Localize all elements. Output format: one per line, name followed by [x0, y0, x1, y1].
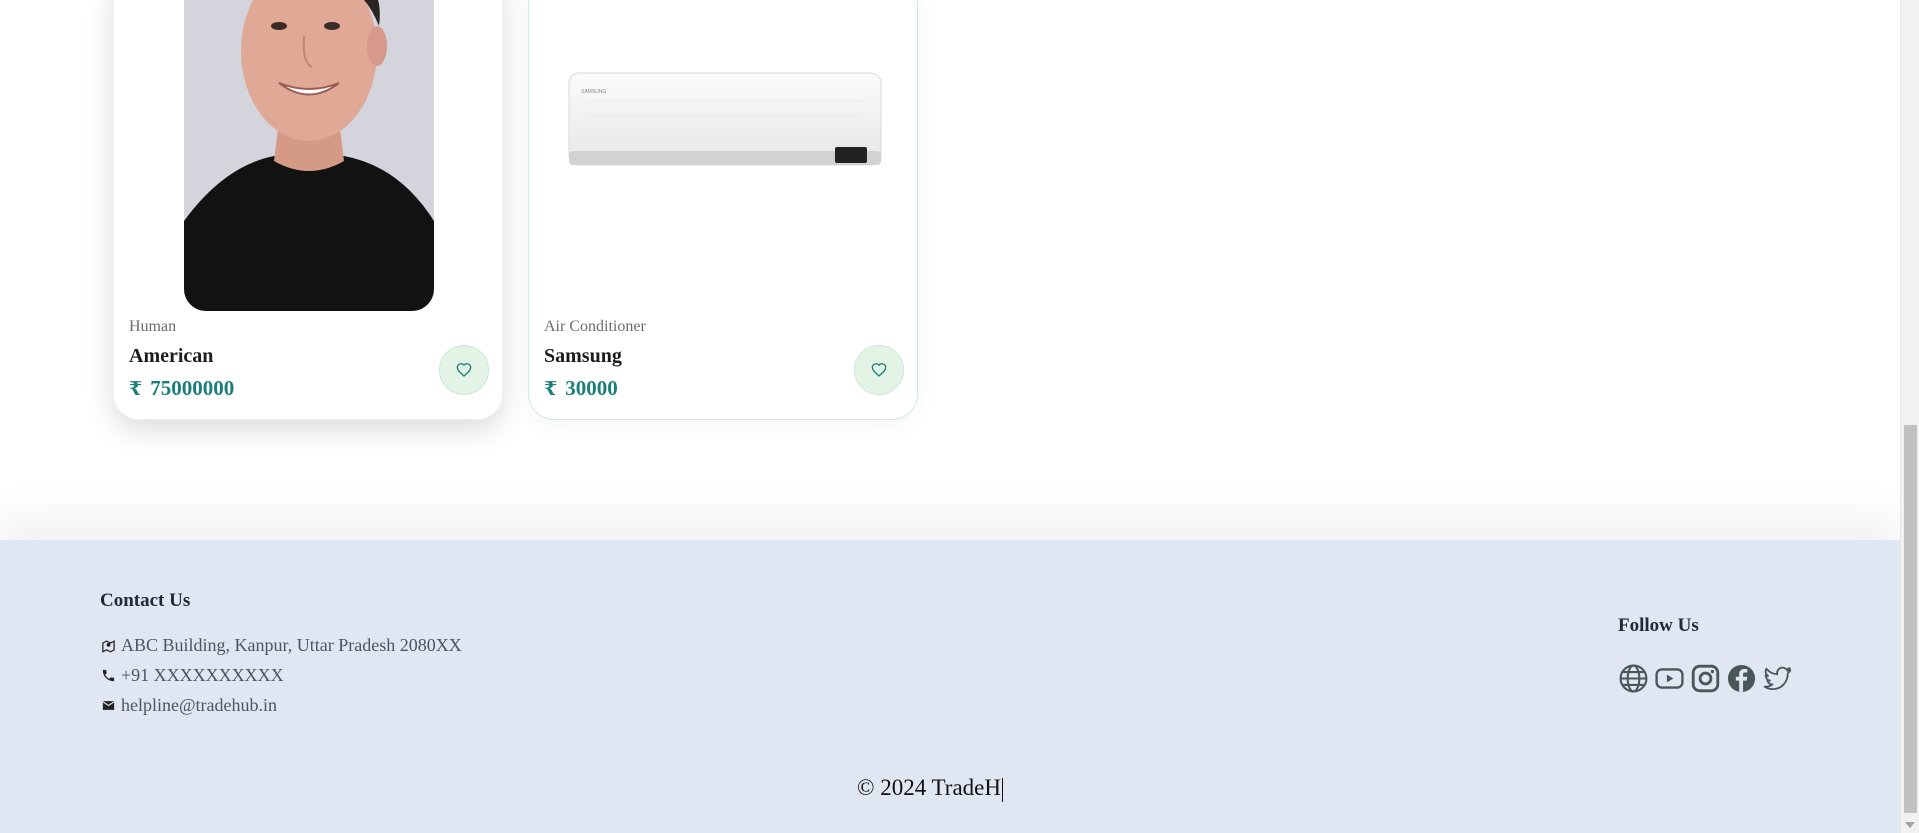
favorite-button[interactable] [854, 345, 904, 395]
product-category: Human [129, 318, 177, 335]
product-card[interactable]: SAMSUNG Air Conditioner Samsung ₹30000 [528, 0, 918, 420]
address-text: ABC Building, Kanpur, Uttar Pradesh 2080… [121, 635, 462, 655]
scroll-down-arrow-icon[interactable] [1905, 822, 1915, 828]
footer: Contact Us ABC Building, Kanpur, Uttar P… [0, 540, 1900, 833]
svg-text:SAMSUNG: SAMSUNG [581, 89, 606, 95]
youtube-icon[interactable] [1654, 662, 1685, 695]
price-value: 75000000 [150, 376, 235, 400]
twitter-icon[interactable] [1762, 662, 1793, 695]
rupee-icon: ₹ [129, 379, 143, 400]
air-conditioner-photo: SAMSUNG [568, 72, 882, 166]
product-title[interactable]: Samsung [544, 345, 622, 368]
facebook-icon[interactable] [1726, 662, 1757, 695]
globe-icon[interactable] [1618, 662, 1649, 695]
page: Human American ₹75000000 SAMSUNG Air Con… [0, 0, 1900, 833]
address-line: ABC Building, Kanpur, Uttar Pradesh 2080… [100, 635, 462, 656]
scrollbar-thumb[interactable] [1904, 425, 1917, 813]
product-price: ₹30000 [544, 376, 618, 401]
vertical-scrollbar[interactable] [1900, 0, 1919, 833]
email-line: helpline@tradehub.in [100, 695, 277, 716]
social-links [1618, 662, 1793, 695]
product-category: Air Conditioner [544, 318, 646, 335]
instagram-icon[interactable] [1690, 662, 1721, 695]
heart-icon [871, 363, 887, 377]
rupee-icon: ₹ [544, 379, 558, 400]
email-text[interactable]: helpline@tradehub.in [121, 695, 277, 716]
follow-heading: Follow Us [1618, 615, 1699, 636]
product-card[interactable]: Human American ₹75000000 [113, 0, 503, 420]
price-value: 30000 [565, 376, 618, 400]
person-photo [184, 0, 434, 311]
phone-line: +91 XXXXXXXXXX [100, 665, 284, 686]
map-pin-icon [100, 638, 116, 654]
product-image[interactable] [184, 0, 434, 311]
phone-text: +91 XXXXXXXXXX [121, 665, 284, 685]
mail-icon [100, 698, 116, 714]
text-caret [1002, 777, 1003, 802]
product-price: ₹75000000 [129, 376, 234, 401]
heart-icon [456, 363, 472, 377]
product-image[interactable]: SAMSUNG [567, 71, 883, 171]
phone-icon [100, 668, 116, 684]
contact-heading: Contact Us [100, 590, 191, 611]
product-title[interactable]: American [129, 345, 213, 368]
favorite-button[interactable] [439, 345, 489, 395]
copyright-label: © 2024 TradeH [857, 775, 1001, 800]
copyright-text: © 2024 TradeH [857, 775, 1003, 802]
